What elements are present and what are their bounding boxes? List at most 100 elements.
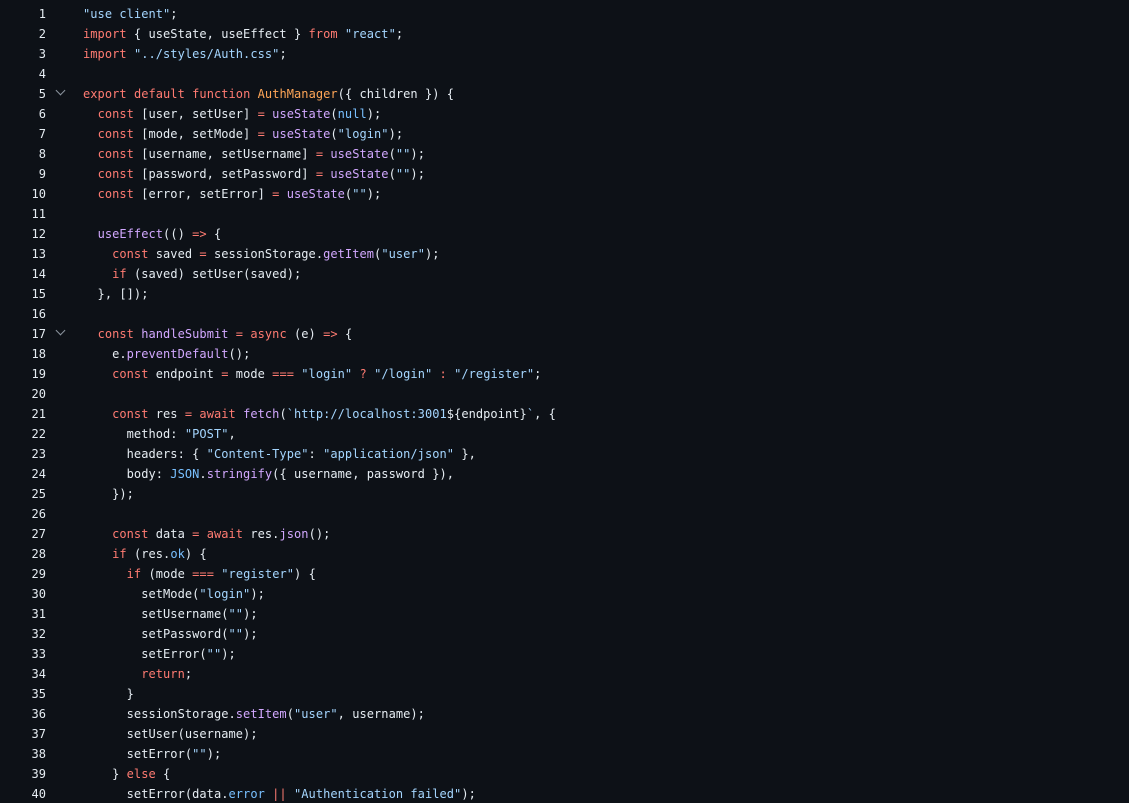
code-line[interactable]: 17 const handleSubmit = async (e) => { <box>0 324 1129 344</box>
code-line[interactable]: 35 } <box>0 684 1129 704</box>
code-line[interactable]: 38 setError(""); <box>0 744 1129 764</box>
code-token: return <box>141 667 185 681</box>
line-number: 26 <box>31 507 46 521</box>
code-line[interactable]: 5 export default function AuthManager({ c… <box>0 84 1129 104</box>
code-token: setUser(username); <box>83 727 258 741</box>
code-token: : <box>308 447 324 461</box>
code-line[interactable]: 21 const res = await fetch(`http://local… <box>0 404 1129 424</box>
code-text: body: JSON.stringify({ username, passwor… <box>83 464 454 484</box>
code-token: ? <box>359 367 367 381</box>
code-editor[interactable]: 1 "use client"; 2 import { useState, useEff… <box>0 0 1129 803</box>
code-token: (mode <box>141 567 193 581</box>
line-number: 19 <box>31 367 46 381</box>
code-line[interactable]: 8 const [username, setUsername] = useSta… <box>0 144 1129 164</box>
code-token: => <box>192 227 207 241</box>
code-text: const res = await fetch(`http://localhos… <box>83 404 556 424</box>
code-line[interactable]: 13 const saved = sessionStorage.getItem(… <box>0 244 1129 264</box>
code-token: "/login" <box>374 367 433 381</box>
code-text: if (saved) setUser(saved); <box>83 264 301 284</box>
code-line[interactable]: 40 setError(data.error || "Authenticatio… <box>0 784 1129 803</box>
code-token: "react" <box>344 27 396 41</box>
code-line[interactable]: 6 const [user, setUser] = useState(null)… <box>0 104 1129 124</box>
code-token: ); <box>206 747 222 761</box>
code-line[interactable]: 33 setError(""); <box>0 644 1129 664</box>
code-line[interactable]: 23 headers: { "Content-Type": "applicati… <box>0 444 1129 464</box>
code-line[interactable]: 24 body: JSON.stringify({ username, pass… <box>0 464 1129 484</box>
code-line[interactable]: 32 setPassword(""); <box>0 624 1129 644</box>
code-text: "use client"; <box>83 4 178 24</box>
code-token: import <box>83 47 127 61</box>
code-text: sessionStorage.setItem("user", username)… <box>83 704 425 724</box>
code-token: , <box>228 427 236 441</box>
code-text: export default function AuthManager({ ch… <box>83 84 454 104</box>
code-token: ok <box>170 547 185 561</box>
code-token: ; <box>395 27 404 41</box>
code-line[interactable]: 11 <box>0 204 1129 224</box>
code-line[interactable]: 3 import "../styles/Auth.css"; <box>0 44 1129 64</box>
code-line[interactable]: 18 e.preventDefault(); <box>0 344 1129 364</box>
code-text: if (res.ok) { <box>83 544 207 564</box>
code-token: }, []); <box>83 287 149 301</box>
code-line[interactable]: 34 return; <box>0 664 1129 684</box>
line-number: 31 <box>31 607 46 621</box>
line-number: 22 <box>31 427 46 441</box>
code-line[interactable]: 31 setUsername(""); <box>0 604 1129 624</box>
code-token: ; <box>184 667 193 681</box>
line-number: 20 <box>31 387 46 401</box>
code-token: json <box>279 527 309 541</box>
code-line[interactable]: 7 const [mode, setMode] = useState("logi… <box>0 124 1129 144</box>
code-token: = <box>221 367 229 381</box>
code-token: useState <box>272 107 331 121</box>
code-token: const <box>112 407 149 421</box>
code-line[interactable]: 10 const [error, setError] = useState(""… <box>0 184 1129 204</box>
code-line[interactable]: 25 }); <box>0 484 1129 504</box>
code-token: saved <box>148 247 200 261</box>
code-token: "application/json" <box>323 447 455 461</box>
code-line[interactable]: 22 method: "POST", <box>0 424 1129 444</box>
code-line[interactable]: 4 <box>0 64 1129 84</box>
code-line[interactable]: 26 <box>0 504 1129 524</box>
code-line[interactable]: 20 <box>0 384 1129 404</box>
code-token: res. <box>243 527 280 541</box>
code-line[interactable]: 1 "use client"; <box>0 4 1129 24</box>
code-token: const <box>97 127 134 141</box>
code-line[interactable]: 16 <box>0 304 1129 324</box>
code-token: ); <box>424 247 440 261</box>
code-token: = <box>257 127 265 141</box>
code-token: sessionStorage. <box>83 707 236 721</box>
code-line[interactable]: 36 sessionStorage.setItem("user", userna… <box>0 704 1129 724</box>
code-line[interactable]: 19 const endpoint = mode === "login" ? "… <box>0 364 1129 384</box>
code-token: ) { <box>294 567 316 581</box>
line-number: 40 <box>31 787 46 801</box>
code-line[interactable]: 39 } else { <box>0 764 1129 784</box>
code-line[interactable]: 30 setMode("login"); <box>0 584 1129 604</box>
code-line[interactable]: 12 useEffect(() => { <box>0 224 1129 244</box>
code-token: setError(data. <box>83 787 229 801</box>
code-line[interactable]: 9 const [password, setPassword] = useSta… <box>0 164 1129 184</box>
code-line[interactable]: 28 if (res.ok) { <box>0 544 1129 564</box>
code-line[interactable]: 37 setUser(username); <box>0 724 1129 744</box>
code-token: "/register" <box>454 367 535 381</box>
line-number: 27 <box>31 527 46 541</box>
code-line[interactable]: 2 import { useState, useEffect } from "re… <box>0 24 1129 44</box>
code-token: "" <box>228 627 244 641</box>
code-line[interactable]: 14 if (saved) setUser(saved); <box>0 264 1129 284</box>
fold-chevron-icon[interactable] <box>55 85 66 96</box>
code-line[interactable]: 29 if (mode === "register") { <box>0 564 1129 584</box>
code-line[interactable]: 27 const data = await res.json(); <box>0 524 1129 544</box>
line-number: 34 <box>31 667 46 681</box>
code-token: { <box>337 327 353 341</box>
code-text: } <box>83 684 134 704</box>
code-token: ); <box>366 107 382 121</box>
code-text: const [username, setUsername] = useState… <box>83 144 425 164</box>
code-token: ); <box>410 147 425 161</box>
code-line[interactable]: 15 }, []); <box>0 284 1129 304</box>
code-token: const <box>97 147 134 161</box>
code-token: ; <box>279 47 287 61</box>
code-token: => <box>323 327 338 341</box>
fold-chevron-icon[interactable] <box>55 325 66 336</box>
